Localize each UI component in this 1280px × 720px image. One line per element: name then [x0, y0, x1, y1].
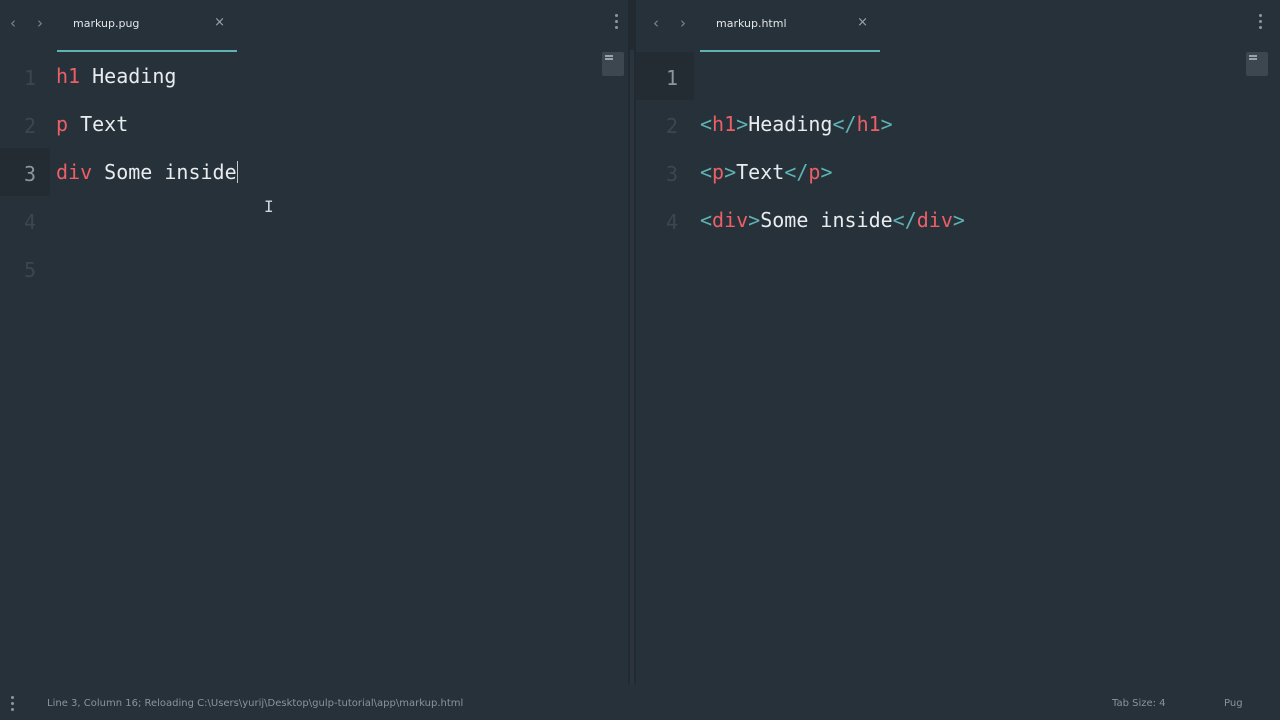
- right-editor-pane: ‹ › markup.html × 1 2 <h1>Heading</h1> 3…: [636, 0, 1280, 684]
- line-number: 1: [23, 66, 36, 90]
- right-tab-bar: ‹ › markup.html ×: [636, 0, 1280, 52]
- tag-name: div: [712, 208, 749, 232]
- tag-name: h1: [712, 112, 737, 136]
- syntax-indicator[interactable]: Pug: [1224, 698, 1243, 709]
- text-content: Some inside: [92, 160, 237, 184]
- code-text: div Some inside: [56, 160, 238, 184]
- line-number: 4: [665, 210, 678, 234]
- line-number: 2: [665, 114, 678, 138]
- nav-back-icon[interactable]: ‹: [10, 14, 16, 32]
- nav-forward-icon[interactable]: ›: [680, 14, 686, 32]
- status-menu-icon[interactable]: [11, 696, 15, 714]
- tab-markup-html[interactable]: markup.html ×: [700, 0, 880, 52]
- left-tab-bar: ‹ › markup.pug ×: [0, 0, 628, 52]
- tab-label: markup.html: [716, 17, 787, 30]
- line-number: 3: [665, 162, 678, 186]
- tag-name: p: [712, 160, 725, 184]
- text-content: Text: [736, 160, 785, 184]
- code-editor[interactable]: 1 h1 Heading 2 p Text 3 div Some inside …: [0, 52, 628, 684]
- code-line: 1 h1 Heading: [0, 52, 608, 100]
- tag-name: div: [56, 160, 93, 184]
- text-cursor-ibeam-icon: I: [264, 197, 274, 216]
- line-number: 1: [665, 66, 678, 90]
- code-editor[interactable]: 1 2 <h1>Heading</h1> 3 <p>Text</p> 4 <di…: [636, 52, 1280, 684]
- code-line: 3 <p>Text</p>: [636, 148, 1260, 196]
- tab-markup-pug[interactable]: markup.pug ×: [57, 0, 237, 52]
- tag-name: p: [56, 112, 69, 136]
- code-line: 4 <div>Some inside</div>: [636, 196, 1260, 244]
- close-icon[interactable]: ×: [857, 15, 868, 30]
- close-icon[interactable]: ×: [214, 15, 225, 30]
- pane-divider[interactable]: [628, 0, 636, 684]
- line-number: 5: [23, 258, 36, 282]
- text-content: Heading: [748, 112, 833, 136]
- tab-label: markup.pug: [73, 17, 140, 30]
- code-line: 4: [0, 196, 608, 244]
- tab-size-indicator[interactable]: Tab Size: 4: [1112, 698, 1166, 709]
- left-editor-pane: ‹ › markup.pug × 1 h1 Heading 2 p Text 3…: [0, 0, 628, 684]
- status-bar: Line 3, Column 16; Reloading C:\Users\yu…: [0, 684, 1280, 720]
- text-content: Heading: [80, 64, 177, 88]
- code-line: 2 p Text: [0, 100, 608, 148]
- more-options-icon[interactable]: [615, 14, 619, 32]
- code-text: <h1>Heading</h1>: [700, 112, 893, 136]
- tag-name: h1: [856, 112, 881, 136]
- line-number: 3: [23, 162, 36, 186]
- code-text: <p>Text</p>: [700, 160, 833, 184]
- code-text: p Text: [56, 112, 128, 136]
- tag-name: h1: [56, 64, 81, 88]
- code-line: 2 <h1>Heading</h1>: [636, 100, 1260, 148]
- text-content: Some inside: [760, 208, 893, 232]
- nav-forward-icon[interactable]: ›: [37, 14, 43, 32]
- tag-name: div: [916, 208, 953, 232]
- current-code-line: 1: [636, 52, 1260, 100]
- more-options-icon[interactable]: [1259, 14, 1263, 32]
- status-message: Line 3, Column 16; Reloading C:\Users\yu…: [47, 698, 464, 709]
- code-text: <div>Some inside</div>: [700, 208, 965, 232]
- text-cursor: [236, 161, 238, 183]
- tag-name: p: [808, 160, 821, 184]
- line-number: 2: [23, 114, 36, 138]
- text-content: Text: [68, 112, 129, 136]
- line-number: 4: [23, 210, 36, 234]
- code-line: 5: [0, 244, 608, 292]
- code-text: h1 Heading: [56, 64, 176, 88]
- nav-back-icon[interactable]: ‹: [653, 14, 659, 32]
- current-code-line: 3 div Some inside: [0, 148, 608, 196]
